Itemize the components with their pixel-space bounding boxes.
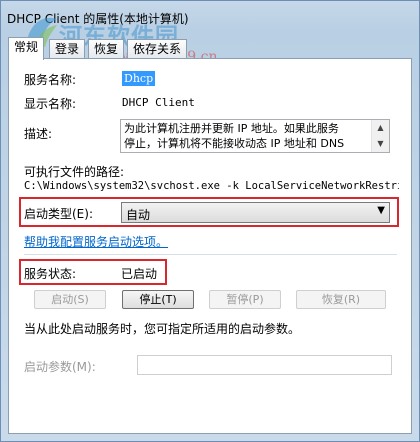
general-tab-panel: 服务名称: Dhcp 显示名称: DHCP Client 描述: 为此计算机注册… — [8, 58, 412, 434]
start-params-label: 启动参数(M): — [24, 360, 96, 374]
startup-type-value: 自动 — [126, 208, 151, 222]
start-params-hint: 当从此处启动服务时，您可指定所适用的启动参数。 — [24, 322, 301, 336]
startup-type-label: 启动类型(E): — [24, 207, 93, 221]
description-line-2: 停止，计算机将不能接收动态 IP 地址和 DNS — [124, 137, 345, 150]
path-value[interactable]: C:\Windows\system32\svchost.exe -k Local… — [24, 180, 399, 194]
resume-button[interactable]: 恢复(R) — [296, 290, 386, 309]
stop-button[interactable]: 停止(T) — [122, 290, 194, 309]
service-name-label: 服务名称: — [24, 73, 77, 87]
pause-button[interactable]: 暂停(P) — [209, 290, 281, 309]
description-scrollbar[interactable]: ▲ ▼ — [371, 120, 389, 152]
description-line-1: 为此计算机注册并更新 IP 地址。如果此服务 — [124, 122, 339, 135]
path-label: 可执行文件的路径: — [24, 165, 125, 179]
description-label: 描述: — [24, 127, 53, 141]
divider — [24, 254, 397, 255]
tab-recovery[interactable]: 恢复 — [88, 39, 125, 59]
status-value: 已启动 — [121, 267, 158, 281]
tab-general[interactable]: 常规 — [8, 37, 45, 60]
chevron-down-icon: ▼ — [377, 205, 385, 216]
start-button[interactable]: 启动(S) — [34, 290, 106, 309]
scroll-up-icon[interactable]: ▲ — [372, 120, 389, 136]
properties-window: DHCP Client 的属性(本地计算机) 河东软件园 www.pc0359.… — [0, 0, 420, 442]
tab-logon[interactable]: 登录 — [49, 39, 86, 59]
scroll-down-icon[interactable]: ▼ — [372, 136, 389, 152]
service-name-value[interactable]: Dhcp — [122, 71, 156, 86]
start-params-input[interactable] — [137, 355, 392, 375]
tab-dependencies[interactable]: 依存关系 — [127, 39, 188, 59]
window-title: DHCP Client 的属性(本地计算机) — [7, 12, 189, 26]
description-text: 为此计算机注册并更新 IP 地址。如果此服务 停止，计算机将不能接收动态 IP … — [124, 121, 369, 151]
status-label: 服务状态: — [24, 267, 77, 281]
display-name-label: 显示名称: — [24, 97, 77, 111]
title-bar[interactable]: DHCP Client 的属性(本地计算机) — [1, 1, 419, 31]
startup-type-select[interactable]: 自动 ▼ — [121, 202, 390, 223]
description-box[interactable]: 为此计算机注册并更新 IP 地址。如果此服务 停止，计算机将不能接收动态 IP … — [120, 119, 390, 153]
display-name-value[interactable]: DHCP Client — [122, 96, 195, 109]
help-configure-link[interactable]: 帮助我配置服务启动选项。 — [24, 233, 168, 250]
